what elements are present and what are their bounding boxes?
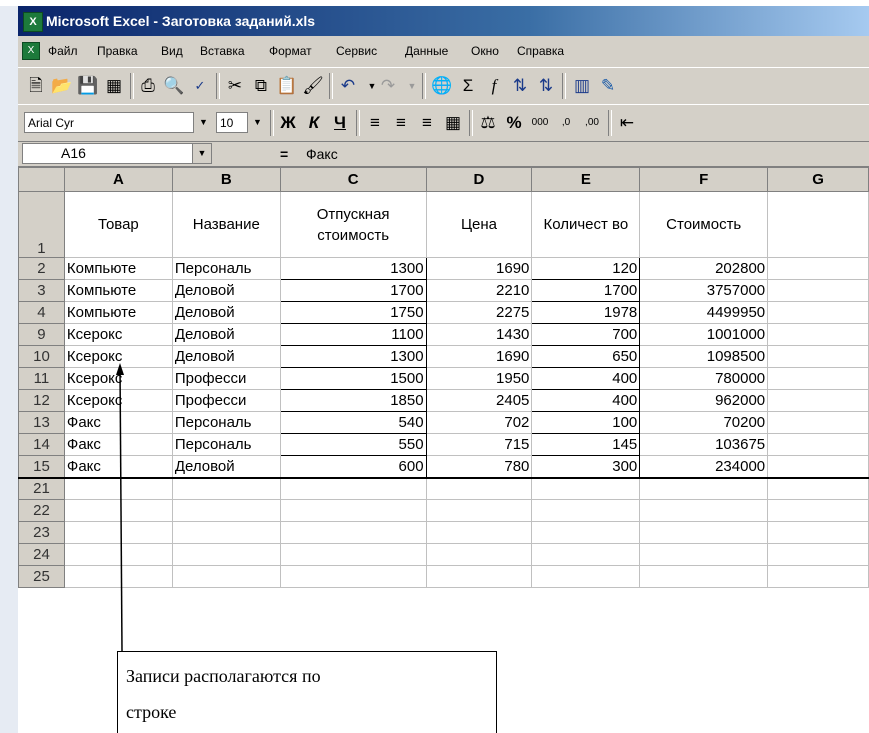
thousands-separator-icon[interactable]: 000	[528, 111, 552, 135]
copy-icon[interactable]: ⧉	[249, 74, 273, 98]
font-size-field[interactable]: 10	[216, 112, 248, 133]
toolbar-separator	[469, 110, 473, 136]
toolbar-separator	[356, 110, 360, 136]
workbook-icon[interactable]: X	[22, 42, 40, 60]
annotation-arrow	[116, 363, 124, 652]
toolbar-separator	[422, 73, 426, 99]
save-icon[interactable]: 💾	[76, 74, 100, 98]
merge-center-icon[interactable]: ▦	[441, 111, 465, 135]
permission-icon[interactable]: ▦	[102, 74, 126, 98]
menu-insert[interactable]: Вставка	[200, 36, 245, 66]
underline-icon[interactable]: Ч	[328, 111, 352, 135]
decrease-indent-icon[interactable]: ⇤	[615, 111, 639, 135]
align-left-icon[interactable]: ≡	[363, 111, 387, 135]
bold-icon[interactable]: Ж	[276, 111, 300, 135]
italic-icon[interactable]: К	[302, 111, 326, 135]
name-box-dropdown-icon[interactable]: ▼	[192, 144, 211, 163]
toolbar-separator	[130, 73, 134, 99]
font-size-dropdown-icon[interactable]: ▼	[250, 112, 265, 133]
spelling-icon[interactable]: ✓	[188, 74, 212, 98]
new-icon[interactable]: 🗎	[24, 74, 48, 98]
format-painter-icon[interactable]: 🖌	[301, 74, 325, 98]
annotation-callout: Записи располагаются по строке	[117, 651, 497, 733]
formula-equals-sign[interactable]: =	[280, 142, 288, 166]
redo-icon[interactable]: ↷	[376, 74, 400, 98]
menu-data[interactable]: Данные	[405, 36, 448, 66]
annotation-line-1: Записи располагаются по	[126, 666, 321, 686]
excel-app-icon[interactable]: X	[23, 12, 43, 32]
menu-format[interactable]: Формат	[269, 36, 312, 66]
menu-help[interactable]: Справка	[517, 36, 564, 66]
paste-icon[interactable]: 📋	[275, 74, 299, 98]
toolbar-separator	[608, 110, 612, 136]
cut-icon[interactable]: ✂	[223, 74, 247, 98]
currency-icon[interactable]: ⚖	[476, 111, 500, 135]
name-box[interactable]: A16 ▼	[22, 143, 212, 164]
undo-icon[interactable]: ↶	[336, 74, 360, 98]
excel-window: X Microsoft Excel - Заготовка заданий.xl…	[18, 6, 869, 733]
align-right-icon[interactable]: ≡	[415, 111, 439, 135]
menu-tools[interactable]: Сервис	[336, 36, 377, 66]
decrease-decimal-icon[interactable]: ,00	[580, 111, 604, 135]
name-box-value: A16	[61, 145, 86, 161]
menu-window[interactable]: Окно	[471, 36, 499, 66]
title-bar: X Microsoft Excel - Заготовка заданий.xl…	[18, 6, 869, 36]
screenshot-frame: X Microsoft Excel - Заготовка заданий.xl…	[0, 0, 869, 733]
hyperlink-icon[interactable]: 🌐	[430, 74, 454, 98]
function-icon[interactable]: f	[482, 74, 506, 98]
print-icon[interactable]: ⎙	[136, 74, 160, 98]
menu-edit[interactable]: Правка	[97, 36, 138, 66]
open-icon[interactable]: 📂	[50, 74, 74, 98]
toolbar-separator	[270, 110, 274, 136]
menu-bar: X Файл Правка Вид Вставка Формат Сервис …	[18, 36, 869, 66]
increase-decimal-icon[interactable]: ,0	[554, 111, 578, 135]
worksheet-grid: A B C D E F G 1 Товар Название Отпускная…	[18, 167, 869, 733]
redo-dropdown-icon[interactable]: ▼	[400, 74, 424, 98]
font-name-dropdown-icon[interactable]: ▼	[196, 112, 211, 133]
chart-wizard-icon[interactable]: ▥	[570, 74, 594, 98]
window-title: Microsoft Excel - Заготовка заданий.xls	[46, 13, 316, 29]
drawing-icon[interactable]: ✎	[596, 74, 620, 98]
font-name-field[interactable]: Arial Cyr	[24, 112, 194, 133]
menu-file[interactable]: Файл	[48, 36, 78, 66]
toolbar-separator	[562, 73, 566, 99]
autosum-icon[interactable]: Σ	[456, 74, 480, 98]
sort-descending-icon[interactable]: ⇅	[534, 74, 558, 98]
formatting-toolbar: Arial Cyr ▼ 10 ▼ Ж К Ч ≡ ≡ ≡ ▦ ⚖ % 000 ,…	[18, 104, 869, 142]
sort-ascending-icon[interactable]: ⇅	[508, 74, 532, 98]
menu-view[interactable]: Вид	[161, 36, 183, 66]
percent-icon[interactable]: %	[502, 111, 526, 135]
standard-toolbar: 🗎 📂 💾 ▦ ⎙ 🔍 ✓ ✂ ⧉ 📋 🖌 ↶ ▼ ↷ ▼ 🌐 Σ f ⇅ ⇅	[18, 67, 869, 105]
formula-input[interactable]: Факс	[306, 142, 338, 166]
formula-bar: A16 ▼ = Факс	[18, 142, 869, 167]
toolbar-separator	[329, 73, 333, 99]
annotation-line-2: строке	[126, 702, 177, 722]
slide-left-bar	[0, 0, 18, 733]
print-preview-icon[interactable]: 🔍	[162, 74, 186, 98]
toolbar-separator	[216, 73, 220, 99]
align-center-icon[interactable]: ≡	[389, 111, 413, 135]
